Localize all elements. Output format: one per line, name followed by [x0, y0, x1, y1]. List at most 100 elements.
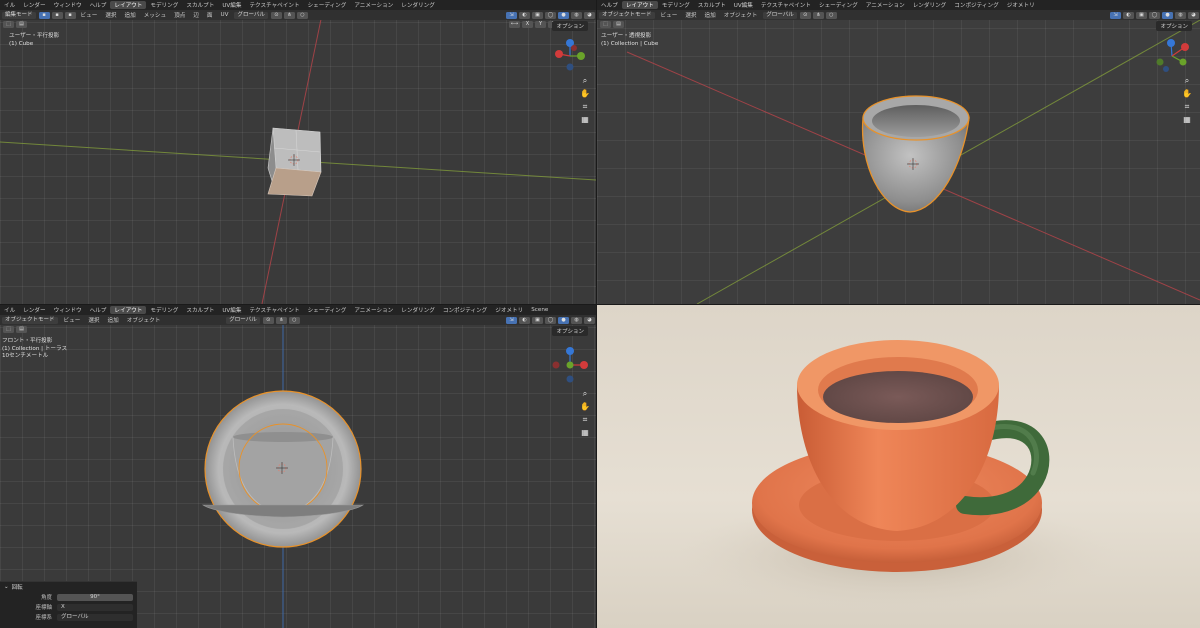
workspace-tab[interactable]: UV編集 [218, 306, 245, 314]
ortho-grid-icon[interactable]: ▦ [580, 428, 590, 438]
redo-panel-header[interactable]: ⌄ 回転 [0, 582, 137, 592]
workspace-tab[interactable]: レンダリング [397, 1, 439, 9]
menu-item[interactable]: ヘルプ [86, 1, 111, 9]
options-dropdown[interactable]: オプション [552, 21, 588, 31]
select-mode-icon[interactable]: ▤ [16, 326, 27, 333]
workspace-tab[interactable]: UV編集 [218, 1, 245, 9]
edge-select-icon[interactable]: ▪ [51, 11, 63, 19]
workspace-tab[interactable]: レンダリング [397, 306, 439, 314]
menu-item-help[interactable]: ヘルプ [86, 306, 111, 314]
area-divider-horizontal[interactable] [0, 304, 1200, 305]
snap-icon[interactable]: ⋔ [275, 316, 287, 324]
shading-render-icon[interactable]: ◕ [1188, 11, 1199, 19]
select-box-icon[interactable]: ⬚ [3, 326, 14, 333]
snap-icon[interactable]: ⋔ [812, 11, 824, 19]
workspace-tab[interactable]: テクスチャペイント [245, 306, 303, 314]
pivot-icon[interactable]: ⊙ [799, 11, 811, 19]
camera-icon[interactable]: ⌗ [580, 415, 590, 425]
mode-selector[interactable]: オブジェクトモード [599, 11, 655, 19]
ortho-grid-icon[interactable]: ▦ [580, 115, 590, 125]
camera-icon[interactable]: ⌗ [1182, 102, 1192, 112]
workspace-tab[interactable]: ジオメトリ [491, 306, 527, 314]
overlay-icon[interactable]: ◐ [1123, 11, 1134, 19]
header-menu-select[interactable]: 選択 [681, 11, 700, 19]
camera-icon[interactable]: ⌗ [580, 102, 590, 112]
header-menu-object[interactable]: オブジェクト [720, 11, 762, 19]
zoom-icon[interactable]: ⌕ [580, 389, 590, 399]
shading-render-icon[interactable]: ◕ [584, 11, 595, 19]
workspace-tab[interactable]: スカルプト [182, 306, 218, 314]
workspace-tab[interactable]: シェーディング [304, 1, 351, 9]
shading-solid-icon[interactable]: ● [558, 11, 569, 19]
collapse-chevron-icon[interactable]: ⌄ [4, 584, 9, 590]
gizmo-toggle-icon[interactable]: ⇲ [1110, 11, 1121, 19]
header-menu-uv[interactable]: UV [217, 12, 233, 18]
gizmo-toggle-icon[interactable]: ⇲ [506, 11, 517, 19]
menu-item[interactable]: ヘルプ [597, 1, 622, 9]
pan-hand-icon[interactable]: ✋ [1182, 89, 1192, 99]
navigation-gizmo[interactable] [550, 34, 590, 74]
vertex-select-icon[interactable]: ▪ [38, 11, 50, 19]
header-menu-add[interactable]: 追加 [104, 316, 123, 324]
header-menu-view[interactable]: ビュー [60, 316, 85, 324]
pan-hand-icon[interactable]: ✋ [580, 402, 590, 412]
header-menu-vertex[interactable]: 頂点 [170, 11, 189, 19]
select-box-icon[interactable]: ⬚ [600, 21, 611, 28]
workspace-tab[interactable]: ジオメトリ [1003, 1, 1039, 9]
header-menu-add[interactable]: 追加 [121, 11, 140, 19]
shading-wire-icon[interactable]: ◯ [545, 316, 556, 324]
header-menu-face[interactable]: 面 [203, 11, 217, 19]
shading-solid-icon[interactable]: ● [1162, 11, 1173, 19]
overlay-icon[interactable]: ◐ [519, 316, 530, 324]
workspace-tab[interactable]: アニメーション [350, 1, 397, 9]
menu-item-window[interactable]: ウィンドウ [50, 306, 86, 314]
select-box-icon[interactable]: ⬚ [3, 21, 14, 28]
shading-solid-icon[interactable]: ● [558, 316, 569, 324]
menu-item[interactable]: レンダー [19, 1, 49, 9]
xray-icon[interactable]: ▣ [532, 11, 543, 19]
workspace-tab[interactable]: モデリング [146, 1, 182, 9]
workspace-tab[interactable]: モデリング [146, 306, 182, 314]
overlay-icon[interactable]: ◐ [519, 11, 530, 19]
pan-hand-icon[interactable]: ✋ [580, 89, 590, 99]
transform-orientation[interactable]: グローバル [234, 11, 268, 19]
select-mode-icon[interactable]: ▤ [613, 21, 624, 28]
axis-select[interactable]: X [57, 603, 133, 611]
header-menu-view[interactable]: ビュー [77, 11, 102, 19]
header-menu-mesh[interactable]: メッシュ [140, 11, 170, 19]
navigation-gizmo[interactable] [1152, 34, 1192, 74]
menu-item-render[interactable]: レンダー [19, 306, 49, 314]
proportional-edit-icon[interactable]: ○ [288, 316, 300, 324]
workspace-tab[interactable]: テクスチャペイント [245, 1, 303, 9]
face-select-icon[interactable]: ▪ [64, 11, 76, 19]
zoom-icon[interactable]: ⌕ [1182, 76, 1192, 86]
select-mode-icon[interactable]: ▤ [16, 21, 27, 28]
options-dropdown[interactable]: オプション [1156, 21, 1192, 31]
workspace-tab[interactable]: テクスチャペイント [757, 1, 815, 9]
workspace-tab[interactable]: コンポジティング [439, 306, 491, 314]
menu-item-file[interactable]: イル [0, 306, 19, 314]
proportional-edit-icon[interactable]: ○ [296, 11, 308, 19]
workspace-tab[interactable]: シェーディング [815, 1, 862, 9]
snap-icon[interactable]: ⋔ [283, 11, 295, 19]
header-menu-add[interactable]: 追加 [701, 11, 720, 19]
mirror-x[interactable]: X [522, 21, 533, 28]
transform-orientation[interactable]: グローバル [226, 316, 260, 324]
xray-icon[interactable]: ▣ [1136, 11, 1147, 19]
workspace-tab[interactable]: レンダリング [909, 1, 951, 9]
header-menu-edge[interactable]: 辺 [189, 11, 203, 19]
area-divider-vertical[interactable] [596, 0, 597, 628]
header-menu-select[interactable]: 選択 [84, 316, 103, 324]
shading-material-icon[interactable]: ◍ [571, 11, 582, 19]
workspace-tab[interactable]: アニメーション [862, 1, 909, 9]
orient-select[interactable]: グローバル [57, 613, 133, 621]
workspace-tab-layout[interactable]: レイアウト [621, 1, 658, 9]
workspace-tab[interactable]: シェーディング [304, 306, 351, 314]
pivot-icon[interactable]: ⊙ [270, 11, 282, 19]
viewport-bottom-left[interactable]: イル レンダー ウィンドウ ヘルプ レイアウト モデリング スカルプト UV編集… [0, 305, 596, 628]
workspace-tab[interactable]: コンポジティング [950, 1, 1002, 9]
workspace-tab[interactable]: スカルプト [694, 1, 730, 9]
navigation-gizmo[interactable] [550, 345, 590, 385]
workspace-tab-layout[interactable]: レイアウト [110, 1, 147, 9]
menu-item[interactable]: ウィンドウ [50, 1, 86, 9]
